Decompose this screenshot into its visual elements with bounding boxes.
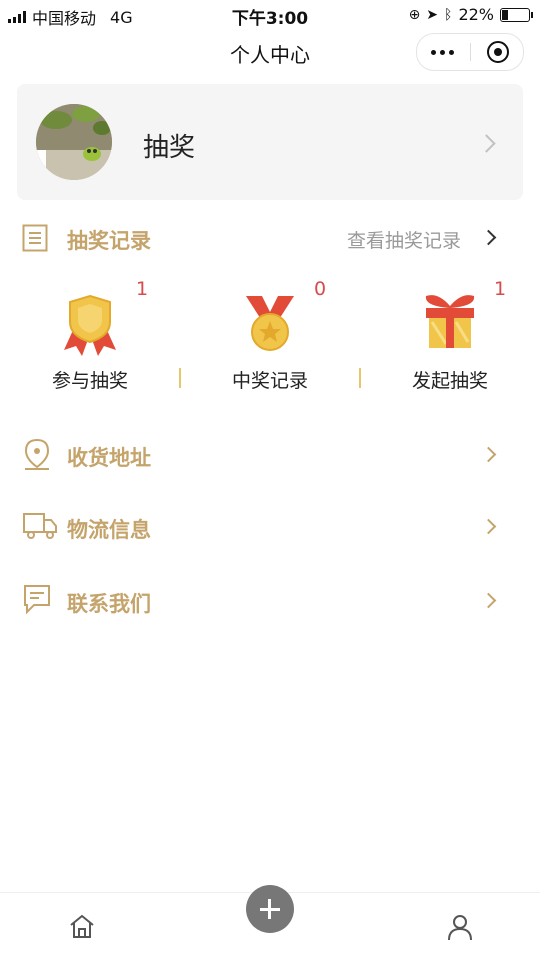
mini-program-capsule bbox=[416, 33, 524, 71]
badge-icon bbox=[64, 294, 116, 356]
location-pin-icon bbox=[24, 438, 50, 470]
profile-name: 抽奖 bbox=[143, 133, 196, 163]
close-mini-program-icon[interactable] bbox=[487, 41, 509, 63]
location-arrow-icon: ➤ bbox=[426, 6, 439, 23]
chevron-right-icon bbox=[480, 518, 497, 535]
capsule-divider bbox=[470, 43, 471, 61]
home-icon[interactable] bbox=[68, 913, 96, 939]
menu-label: 收货地址 bbox=[67, 446, 151, 470]
avatar bbox=[36, 104, 112, 180]
chevron-right-icon bbox=[477, 134, 496, 153]
gift-icon bbox=[425, 295, 475, 348]
truck-icon bbox=[23, 513, 57, 539]
profile-card[interactable]: 抽奖 bbox=[17, 84, 523, 200]
orientation-lock-icon: ⊕ bbox=[408, 6, 421, 23]
list-icon bbox=[22, 224, 48, 252]
chevron-right-icon bbox=[480, 446, 497, 463]
stat-launched[interactable]: 1 发起抽奖 bbox=[360, 278, 540, 398]
lottery-records-header[interactable]: 抽奖记录 查看抽奖记录 bbox=[0, 218, 540, 258]
more-options-icon[interactable] bbox=[431, 50, 454, 55]
tab-bar bbox=[0, 885, 540, 961]
stat-label: 中奖记录 bbox=[231, 370, 308, 392]
battery-icon bbox=[500, 7, 533, 22]
menu-label: 联系我们 bbox=[67, 592, 151, 616]
bluetooth-icon: ᛒ bbox=[444, 6, 453, 23]
stat-count: 1 bbox=[136, 278, 149, 300]
menu-item-address[interactable]: 收货地址 bbox=[0, 435, 540, 475]
view-lottery-records-link[interactable]: 查看抽奖记录 bbox=[347, 226, 461, 253]
menu-item-logistics[interactable]: 物流信息 bbox=[0, 507, 540, 547]
battery-percent: 22% bbox=[458, 5, 494, 24]
stat-count: 1 bbox=[494, 278, 507, 300]
add-icon[interactable] bbox=[246, 885, 294, 933]
chevron-right-icon bbox=[480, 592, 497, 609]
lottery-records-title: 抽奖记录 bbox=[67, 229, 151, 253]
menu-item-contact[interactable]: 联系我们 bbox=[0, 581, 540, 621]
chevron-right-icon bbox=[480, 229, 497, 246]
stat-label: 参与抽奖 bbox=[51, 370, 128, 392]
stat-won[interactable]: 0 中奖记录 bbox=[180, 278, 360, 398]
stat-count: 0 bbox=[314, 278, 327, 300]
stat-label: 发起抽奖 bbox=[411, 370, 488, 392]
medal-icon bbox=[246, 296, 294, 351]
status-right: ⊕ ➤ ᛒ 22% bbox=[408, 5, 533, 24]
stat-participated[interactable]: 1 参与抽奖 bbox=[0, 278, 180, 398]
status-bar: 中国移动 4G 下午3:00 ⊕ ➤ ᛒ 22% bbox=[0, 0, 540, 30]
avatar-image bbox=[36, 104, 112, 180]
nav-bar: 个人中心 bbox=[0, 30, 540, 74]
chat-icon bbox=[24, 585, 50, 615]
person-icon[interactable] bbox=[446, 913, 474, 941]
lottery-stats: 1 参与抽奖 0 中奖记录 1 发起抽奖 bbox=[0, 278, 540, 398]
menu-label: 物流信息 bbox=[67, 518, 151, 542]
